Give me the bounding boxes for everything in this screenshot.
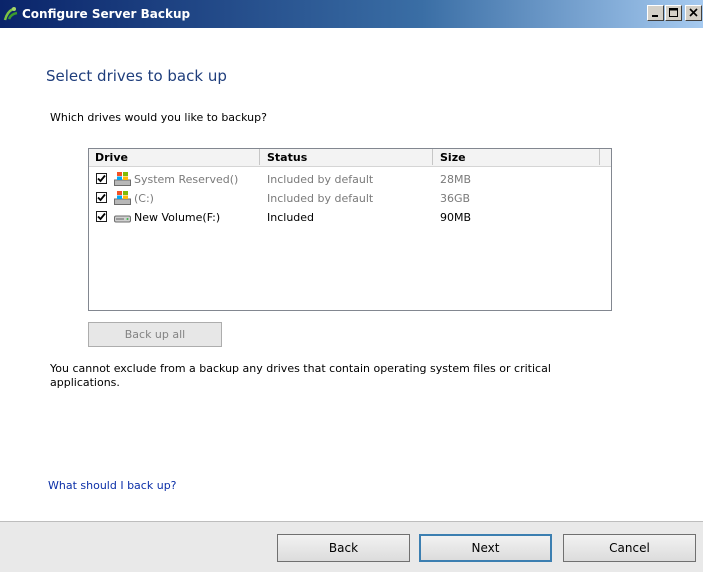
drive-status: Included	[267, 211, 315, 224]
windows-drive-icon	[114, 191, 131, 205]
maximize-button[interactable]	[665, 5, 682, 21]
drive-row[interactable]: (C:) Included by default 36GB	[89, 189, 611, 207]
drive-size: 90MB	[440, 211, 472, 224]
cancel-button[interactable]: Cancel	[563, 534, 696, 562]
column-header-size[interactable]: Size	[440, 151, 466, 164]
drive-size: 36GB	[440, 192, 471, 205]
question-label: Which drives would you like to backup?	[50, 111, 267, 124]
drive-checkbox[interactable]	[96, 192, 107, 203]
window-title: Configure Server Backup	[22, 7, 191, 21]
back-button[interactable]: Back	[277, 534, 410, 562]
minimize-button[interactable]	[647, 5, 664, 21]
column-separator[interactable]	[259, 149, 260, 165]
checkmark-icon	[97, 193, 106, 202]
backup-all-button[interactable]: Back up all	[88, 322, 222, 347]
drive-name: System Reserved()	[134, 173, 239, 186]
minimize-icon	[652, 15, 658, 17]
maximize-icon	[669, 8, 678, 17]
drive-name: (C:)	[134, 192, 154, 205]
column-separator[interactable]	[432, 149, 433, 165]
drive-name: New Volume(F:)	[134, 211, 221, 224]
drive-row[interactable]: New Volume(F:) Included 90MB	[89, 208, 611, 226]
drive-list-header: Drive Status Size	[89, 149, 611, 167]
checkmark-icon	[97, 174, 106, 183]
drive-status: Included by default	[267, 173, 374, 186]
column-separator[interactable]	[599, 149, 600, 165]
page-heading: Select drives to back up	[46, 67, 227, 85]
drive-checkbox[interactable]	[96, 211, 107, 222]
drive-list[interactable]: Drive Status Size System Reserved() Incl…	[88, 148, 612, 311]
checkmark-icon	[97, 212, 106, 221]
close-icon	[689, 8, 698, 17]
column-header-status[interactable]: Status	[267, 151, 307, 164]
help-link[interactable]: What should I back up?	[48, 479, 177, 492]
hard-drive-icon	[114, 215, 131, 223]
drive-row[interactable]: System Reserved() Included by default 28…	[89, 170, 611, 188]
drive-status: Included by default	[267, 192, 374, 205]
footer-bar: Back Next Cancel	[0, 521, 703, 572]
next-button[interactable]: Next	[419, 534, 552, 562]
close-button[interactable]	[685, 5, 702, 21]
app-icon	[3, 7, 18, 21]
windows-drive-icon	[114, 172, 131, 186]
column-header-drive[interactable]: Drive	[95, 151, 128, 164]
title-bar: Configure Server Backup	[0, 0, 703, 28]
exclusion-note: You cannot exclude from a backup any dri…	[50, 362, 551, 389]
drive-checkbox[interactable]	[96, 173, 107, 184]
drive-size: 28MB	[440, 173, 472, 186]
